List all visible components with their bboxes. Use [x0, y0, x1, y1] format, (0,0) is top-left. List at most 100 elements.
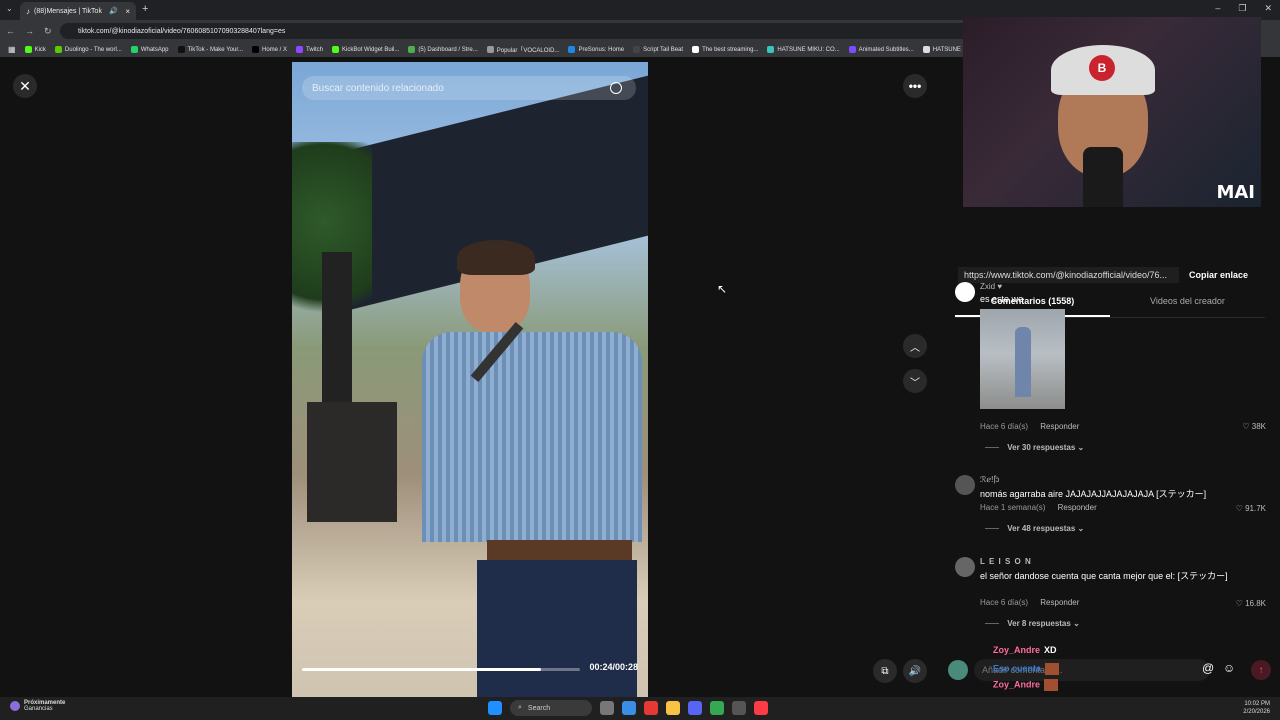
- arrow-up-icon: ↑: [1258, 664, 1264, 676]
- pip-icon: ⧉: [881, 665, 889, 677]
- avatar[interactable]: [955, 557, 975, 577]
- reply-button[interactable]: Responder: [1058, 503, 1097, 512]
- pip-button[interactable]: ⧉: [873, 659, 897, 683]
- chat-overlay-text: Eso cuenta: [993, 663, 1042, 674]
- bookmark-script-tail-beat[interactable]: Script Tail Beat: [633, 46, 683, 53]
- search-icon[interactable]: [610, 82, 622, 94]
- share-link[interactable]: https://www.tiktok.com/@kinodiazofficial…: [958, 267, 1179, 283]
- avatar[interactable]: [955, 282, 975, 302]
- comment-time: Hace 6 día(s): [980, 422, 1029, 431]
- taskbar-apps: ⌕ Search: [488, 700, 768, 716]
- speaker-icon[interactable]: 🔊: [109, 7, 118, 15]
- settings-icon[interactable]: [732, 701, 746, 715]
- bookmark-tiktok[interactable]: TikTok - Make Your...: [177, 46, 243, 53]
- comment-meta: Hace 1 semana(s) Responder: [980, 503, 1097, 512]
- streamer-webcam: B MAI: [963, 17, 1261, 207]
- comment-time: Hace 1 semana(s): [980, 503, 1046, 512]
- maximize-icon[interactable]: ❐: [1238, 3, 1246, 14]
- reply-button[interactable]: Responder: [1040, 598, 1079, 607]
- close-viewer-button[interactable]: ✕: [13, 74, 37, 98]
- more-options-button[interactable]: •••: [903, 74, 927, 98]
- bookmark-kickbot[interactable]: KickBot Widget Buil...: [332, 46, 399, 53]
- bookmark-dashboard[interactable]: (5) Dashboard / Stre...: [408, 46, 478, 53]
- volume-button[interactable]: 🔊: [903, 659, 927, 683]
- view-replies-button[interactable]: Ver 48 respuestas ⌄: [985, 524, 1084, 533]
- tab-close-icon[interactable]: ×: [125, 7, 130, 16]
- bookmark-whatsapp[interactable]: WhatsApp: [130, 46, 169, 53]
- comment-image[interactable]: [980, 309, 1065, 409]
- tab-title: (88)Mensajes | TikTok: [34, 7, 102, 15]
- related-search-input[interactable]: Buscar contenido relacionado: [302, 76, 636, 100]
- bookmark-animated-subtitles[interactable]: Animated Subtitles...: [848, 46, 914, 53]
- task-view-icon[interactable]: [600, 701, 614, 715]
- like-count[interactable]: ♡ 38K: [1242, 422, 1266, 431]
- singer-hair: [457, 240, 535, 275]
- copy-link-button[interactable]: Copiar enlace: [1179, 270, 1258, 280]
- mail-icon[interactable]: [622, 701, 636, 715]
- bookmark-x[interactable]: Home / X: [251, 46, 287, 53]
- bookmark-duolingo[interactable]: Duolingo - The worl...: [54, 46, 122, 53]
- next-video-button[interactable]: ﹀: [903, 369, 927, 393]
- minimize-icon[interactable]: –: [1215, 3, 1220, 14]
- comment-item: ℛℯ!|͒ɔ nomás agarraba aire JAJAJAJJAJAJA…: [955, 475, 1275, 545]
- emoji-icon[interactable]: ☺: [1223, 661, 1235, 675]
- chevron-down-icon: ⌄: [1077, 443, 1085, 452]
- new-tab-icon[interactable]: +: [142, 3, 148, 15]
- bookmark-presonus[interactable]: PreSonus: Home: [568, 46, 624, 53]
- tab-list-icon[interactable]: ⌄: [6, 4, 13, 13]
- comment-item: Zxid ♥ es este we Hace 6 día(s) Responde…: [955, 282, 1275, 462]
- comment-user[interactable]: ℛℯ!|͒ɔ: [980, 475, 999, 484]
- bookmark-vocaloid[interactable]: Popular「VOCALOID...: [486, 45, 559, 54]
- chevron-down-icon: ⌄: [1073, 619, 1080, 628]
- taskbar-search-label: Search: [527, 704, 551, 712]
- taskbar-search[interactable]: ⌕ Search: [510, 700, 592, 716]
- previous-video-button[interactable]: ︿: [903, 334, 927, 358]
- view-replies-label: Ver 8 respuestas: [1007, 619, 1071, 628]
- apps-icon[interactable]: ▦: [8, 45, 16, 54]
- video-player[interactable]: Buscar contenido relacionado 00:24/00:28: [292, 62, 648, 697]
- chevron-down-icon: ﹀: [910, 377, 920, 389]
- system-clock[interactable]: 10:02 PM 2/20/2026: [1243, 700, 1270, 716]
- browser-tab[interactable]: ♪ (88)Mensajes | TikTok 🔊 ×: [20, 2, 136, 20]
- mention-icon[interactable]: @: [1202, 661, 1214, 675]
- back-icon[interactable]: ←: [6, 26, 15, 37]
- video-progress-bar[interactable]: [302, 668, 580, 671]
- comment-item: L E I S O N el señor dandose cuenta que …: [955, 557, 1275, 637]
- view-replies-button[interactable]: Ver 30 respuestas ⌄: [985, 443, 1084, 452]
- chevron-down-icon: ⌄: [1077, 524, 1085, 533]
- comment-meta: Hace 6 día(s) Responder: [980, 422, 1079, 431]
- likes-value: 16.8K: [1245, 599, 1266, 608]
- forward-icon[interactable]: →: [25, 26, 34, 37]
- like-count[interactable]: ♡ 16.8K: [1236, 599, 1266, 608]
- reply-button[interactable]: Responder: [1040, 422, 1079, 431]
- bookmark-streaming[interactable]: The best streaming...: [692, 46, 758, 53]
- app-icon[interactable]: [644, 701, 658, 715]
- windows-start-icon[interactable]: [488, 701, 502, 715]
- clock-time: 10:02 PM: [1244, 701, 1270, 707]
- likes-value: 38K: [1251, 422, 1266, 431]
- video-progress-fill: [302, 668, 542, 671]
- image-person: [1015, 327, 1031, 397]
- comment-user[interactable]: L E I S O N: [980, 557, 1032, 566]
- speaker-stack: [307, 402, 397, 522]
- like-count[interactable]: ♡ 91.7K: [1236, 504, 1266, 513]
- chrome-icon[interactable]: [710, 701, 724, 715]
- discord-icon[interactable]: [688, 701, 702, 715]
- comment-user[interactable]: Zxid ♥: [980, 282, 1002, 291]
- chat-user: Zoy_Andre: [993, 679, 1041, 690]
- bookmark-kick[interactable]: Kick: [24, 46, 46, 53]
- widgets[interactable]: Próximamente Ganancias: [10, 700, 65, 712]
- window-close-icon[interactable]: ✕: [1264, 3, 1272, 14]
- video-time: 00:24/00:28: [589, 662, 638, 672]
- send-button[interactable]: ↑: [1251, 660, 1271, 680]
- view-replies-button[interactable]: Ver 8 respuestas ⌄: [985, 619, 1080, 628]
- chat-overlay-line: Zoy_Andre: [993, 679, 1059, 691]
- music-icon[interactable]: [754, 701, 768, 715]
- file-explorer-icon[interactable]: [666, 701, 680, 715]
- chat-emote: [1044, 679, 1059, 691]
- bookmark-twitch[interactable]: Twitch: [296, 46, 323, 53]
- avatar[interactable]: [955, 475, 975, 495]
- reload-icon[interactable]: ↻: [44, 26, 52, 37]
- heart-icon: ♡: [1235, 504, 1243, 513]
- bookmark-hatsune-miku[interactable]: HATSUNE MIKU: CO...: [767, 46, 840, 53]
